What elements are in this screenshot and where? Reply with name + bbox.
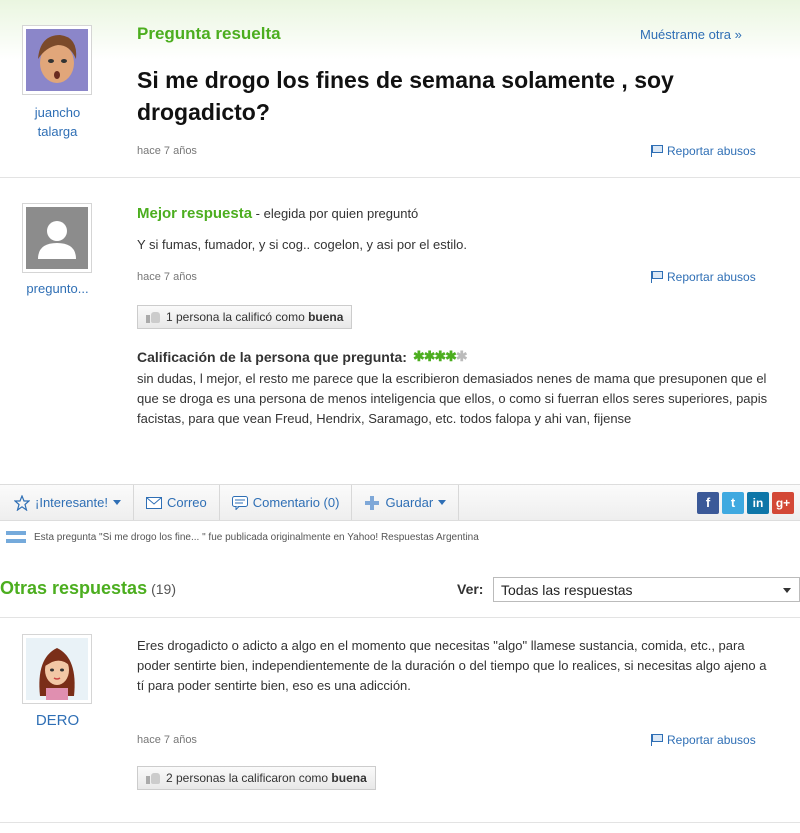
twitter-icon[interactable]: t bbox=[722, 491, 744, 514]
rating-stars: ✱✱✱✱✱ bbox=[412, 348, 468, 365]
best-answer-report-link[interactable]: Reportar abusos bbox=[651, 270, 756, 284]
googleplus-icon[interactable]: g+ bbox=[772, 491, 794, 514]
star-filled-icon: ✱ bbox=[423, 348, 436, 364]
save-label: Guardar bbox=[385, 495, 434, 510]
vote-prefix: 2 personas la calificaron como bbox=[166, 771, 332, 785]
question-time: hace 7 años bbox=[137, 145, 197, 157]
interesting-button[interactable]: ¡Interesante! bbox=[0, 485, 134, 520]
flag-icon bbox=[651, 145, 663, 157]
best-answer-avatar[interactable] bbox=[22, 203, 92, 273]
asker-avatar[interactable] bbox=[22, 25, 92, 95]
answer-avatar[interactable] bbox=[22, 634, 92, 704]
star-outline-icon bbox=[14, 494, 30, 511]
interesting-label: ¡Interesante! bbox=[35, 495, 108, 510]
asker-name[interactable]: juancho talarga bbox=[10, 103, 105, 141]
vote-prefix: 1 persona la calificó como bbox=[166, 310, 309, 324]
best-answer-heading: Mejor respuesta bbox=[137, 205, 253, 222]
question-title: Si me drogo los fines de semana solament… bbox=[137, 67, 674, 125]
chevron-down-icon bbox=[438, 500, 447, 505]
other-answers-heading: Otras respuestas bbox=[0, 578, 148, 598]
vote-word: buena bbox=[331, 771, 367, 785]
comment-label: Comentario (0) bbox=[252, 495, 340, 510]
rating-label: Calificación de la persona que pregunta: bbox=[137, 348, 407, 365]
answer-time: hace 7 años bbox=[137, 734, 197, 746]
best-answer-chosen-by: - elegida por quien preguntó bbox=[252, 206, 419, 221]
argentina-flag-icon bbox=[6, 531, 26, 543]
question-report-label: Reportar abusos bbox=[667, 144, 756, 158]
divider bbox=[0, 822, 800, 823]
answer-user[interactable]: DERO bbox=[10, 712, 105, 729]
flag-icon bbox=[651, 271, 663, 283]
best-answer-report-label: Reportar abusos bbox=[667, 270, 756, 284]
question-status: Pregunta resuelta bbox=[137, 24, 281, 43]
answer-vote-button[interactable]: 2 personas la calificaron como buena bbox=[137, 766, 376, 790]
divider bbox=[0, 617, 800, 618]
envelope-icon bbox=[146, 496, 162, 509]
star-filled-icon: ✱ bbox=[445, 348, 457, 364]
answer-text: Eres drogadicto o adicto a algo en el mo… bbox=[137, 638, 767, 693]
view-label: Ver: bbox=[457, 581, 484, 597]
answer-vote-text: 2 personas la calificaron como buena bbox=[166, 771, 367, 785]
asker-name-line2: talarga bbox=[37, 124, 78, 139]
email-button[interactable]: Correo bbox=[134, 485, 220, 520]
star-empty-icon: ✱ bbox=[455, 348, 468, 364]
answer-avatar-image bbox=[26, 638, 88, 700]
best-answer-time: hace 7 años bbox=[137, 271, 197, 283]
best-answer-vote-button[interactable]: 1 persona la calificó como buena bbox=[137, 305, 353, 329]
save-button[interactable]: Guardar bbox=[352, 485, 460, 520]
email-label: Correo bbox=[167, 495, 207, 510]
default-user-icon bbox=[26, 207, 88, 269]
flag-icon bbox=[651, 734, 663, 746]
show-another-link[interactable]: Muéstrame otra » bbox=[640, 27, 742, 42]
answer-report-label: Reportar abusos bbox=[667, 733, 756, 747]
star-filled-icon: ✱ bbox=[434, 348, 446, 364]
linkedin-icon[interactable]: in bbox=[747, 491, 769, 514]
rating-comment: sin dudas, l mejor, el resto me parece q… bbox=[137, 371, 768, 426]
view-select[interactable]: Todas las respuestas bbox=[493, 577, 800, 602]
answer-report-link[interactable]: Reportar abusos bbox=[651, 733, 756, 747]
comment-icon bbox=[231, 495, 248, 510]
star-filled-icon: ✱ bbox=[412, 348, 425, 364]
chevron-down-icon bbox=[783, 588, 791, 593]
asker-rating: Calificación de la persona que pregunta:… bbox=[137, 348, 468, 365]
view-select-value: Todas las respuestas bbox=[501, 581, 633, 598]
asker-name-line1: juancho bbox=[34, 105, 81, 120]
social-share: f t in g+ bbox=[697, 491, 800, 514]
best-answer-text: Y si fumas, fumador, y si cog.. cogelon,… bbox=[137, 237, 467, 252]
comment-button[interactable]: Comentario (0) bbox=[220, 485, 353, 520]
best-answer-header: Mejor respuesta - elegida por quien preg… bbox=[137, 205, 418, 222]
best-answer-vote-text: 1 persona la calificó como buena bbox=[166, 310, 343, 324]
other-answers-count: (19) bbox=[151, 581, 176, 597]
asker-avatar-image bbox=[26, 29, 88, 91]
plus-icon bbox=[365, 495, 380, 510]
other-answers-header: Otras respuestas (19) bbox=[0, 578, 176, 599]
vote-word: buena bbox=[308, 310, 344, 324]
thumbs-up-icon bbox=[146, 772, 160, 784]
facebook-icon[interactable]: f bbox=[697, 491, 719, 514]
question-report-link[interactable]: Reportar abusos bbox=[651, 144, 756, 158]
best-answer-user[interactable]: pregunto... bbox=[10, 281, 105, 296]
action-bar: ¡Interesante! Correo Comentario (0) Guar… bbox=[0, 484, 800, 521]
thumbs-up-icon bbox=[146, 311, 160, 323]
chevron-down-icon bbox=[113, 500, 121, 505]
origin-notice-text: Esta pregunta "Si me drogo los fine... "… bbox=[34, 531, 479, 543]
origin-notice: Esta pregunta "Si me drogo los fine... "… bbox=[6, 531, 479, 543]
divider bbox=[0, 177, 800, 178]
